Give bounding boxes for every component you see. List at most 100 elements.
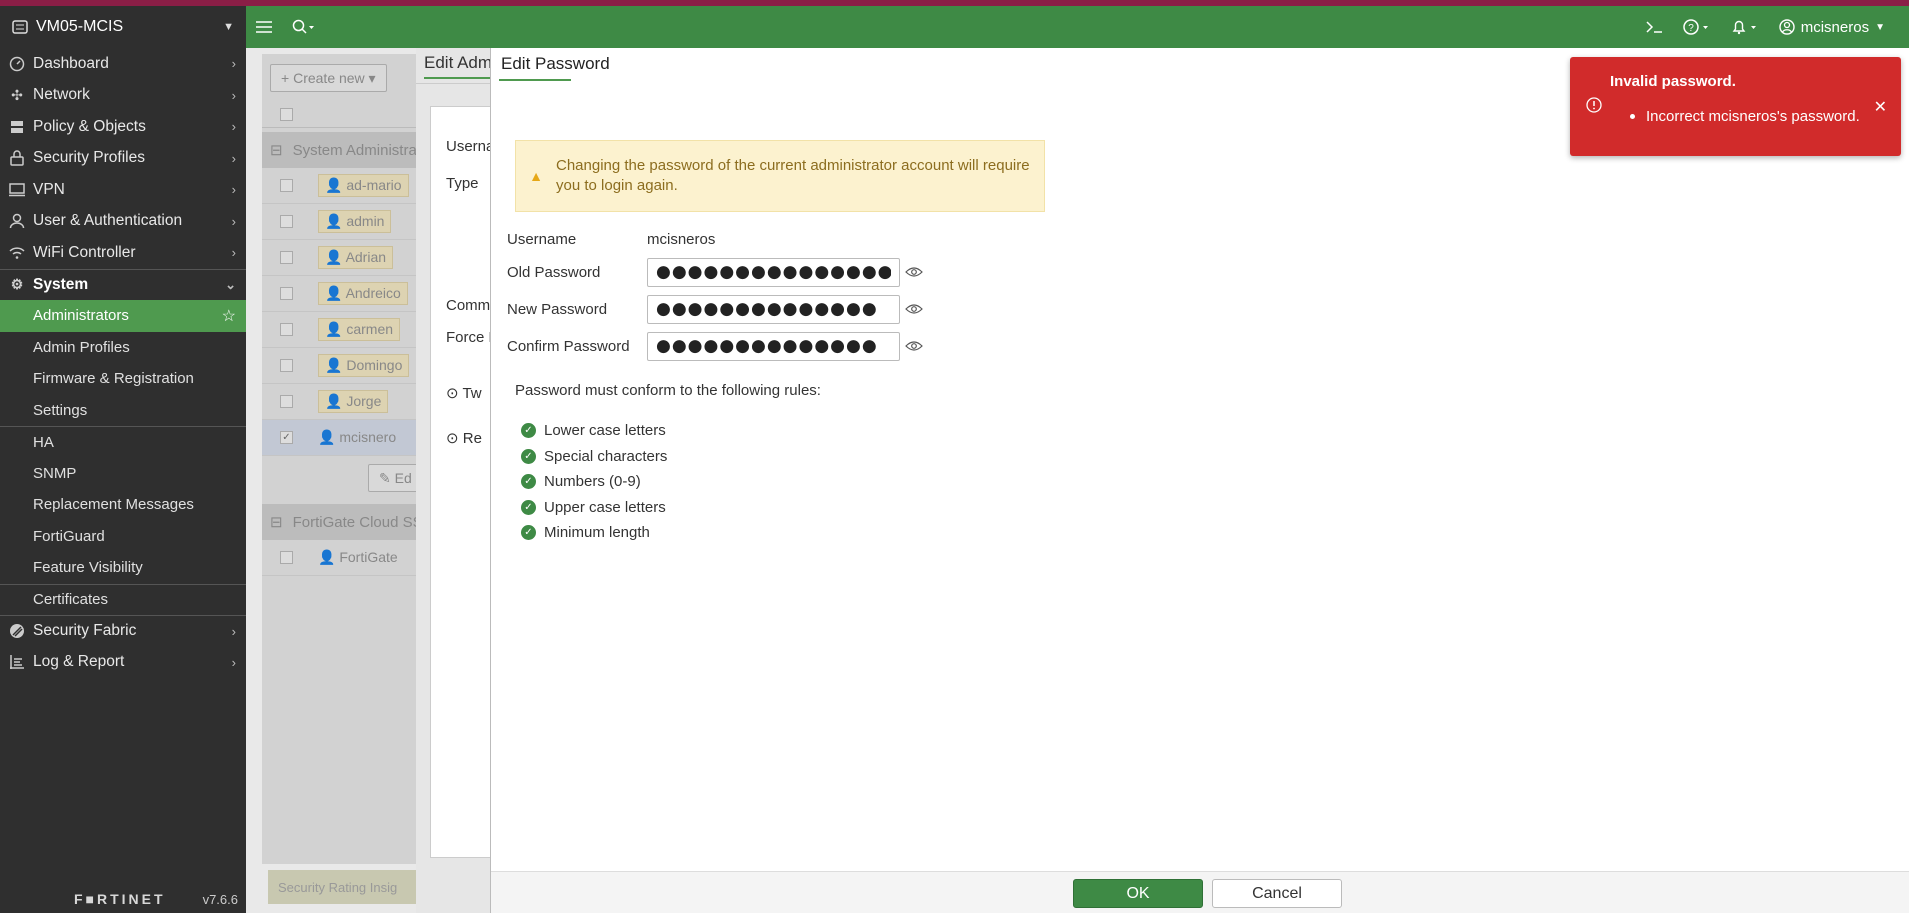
chevron-right-icon: › bbox=[231, 87, 236, 103]
select-all-checkbox[interactable] bbox=[280, 108, 293, 121]
rule-item: ✓ Lower case letters bbox=[521, 420, 666, 440]
gear-icon: ⚙ bbox=[10, 276, 24, 293]
device-name: VM05-MCIS bbox=[36, 18, 124, 35]
top-bar: ? mcisneros ▼ bbox=[246, 6, 1909, 48]
help-icon[interactable]: ? bbox=[1673, 19, 1721, 35]
sidebar-item-admin-profiles[interactable]: Admin Profiles bbox=[0, 332, 246, 364]
collapse-icon[interactable]: ⊟ bbox=[270, 513, 283, 531]
sidebar-item-snmp[interactable]: SNMP bbox=[0, 458, 246, 490]
rule-label: Numbers (0-9) bbox=[544, 472, 641, 490]
row-checkbox-checked[interactable]: ✓ bbox=[280, 431, 293, 444]
nav-policy-objects[interactable]: Policy & Objects › bbox=[0, 111, 246, 143]
sidebar-item-fortiguard[interactable]: FortiGuard bbox=[0, 521, 246, 553]
nav-security-fabric-label: Security Fabric bbox=[33, 622, 137, 640]
row-checkbox[interactable] bbox=[280, 251, 293, 264]
menu-icon[interactable] bbox=[246, 20, 282, 34]
row-checkbox[interactable] bbox=[280, 359, 293, 372]
group-label: System Administra bbox=[292, 141, 417, 159]
search-icon[interactable] bbox=[282, 19, 324, 35]
check-circle-icon: ✓ bbox=[521, 422, 536, 438]
device-icon bbox=[12, 19, 28, 35]
row-checkbox[interactable] bbox=[280, 323, 293, 336]
check-circle-icon: ✓ bbox=[521, 524, 536, 540]
nav-vpn[interactable]: VPN › bbox=[0, 174, 246, 206]
old-password-row: Old Password bbox=[507, 257, 924, 287]
sidebar: VM05-MCIS ▼ Dashboard › ✣ Network › Poli… bbox=[0, 6, 246, 913]
sidebar-item-ha[interactable]: HA bbox=[0, 426, 246, 458]
chevron-right-icon: › bbox=[231, 623, 236, 639]
nav-dashboard[interactable]: Dashboard › bbox=[0, 48, 246, 80]
old-password-input[interactable] bbox=[647, 257, 900, 287]
username-label: mcisneros bbox=[1800, 18, 1870, 36]
nav-security-profiles-label: Security Profiles bbox=[33, 149, 145, 167]
user-menu[interactable]: mcisneros ▼ bbox=[1769, 19, 1895, 36]
bell-icon[interactable] bbox=[1721, 19, 1769, 35]
nav-wifi-controller[interactable]: WiFi Controller › bbox=[0, 237, 246, 269]
nav-security-profiles[interactable]: Security Profiles › bbox=[0, 143, 246, 175]
new-password-input[interactable] bbox=[647, 294, 900, 324]
user-avatar-icon bbox=[1779, 19, 1795, 35]
toggle-restrict[interactable]: ⊙ Re bbox=[446, 429, 482, 447]
toggle-two-factor[interactable]: ⊙ Tw bbox=[446, 384, 482, 402]
admin-label-username: Userna bbox=[446, 138, 495, 155]
nav-network-label: Network bbox=[33, 86, 90, 104]
edit-password-dialog: Edit Password ▲ Changing the password of… bbox=[490, 48, 1909, 913]
chevron-right-icon: › bbox=[231, 119, 236, 135]
nav-network[interactable]: ✣ Network › bbox=[0, 80, 246, 112]
sidebar-item-settings[interactable]: Settings bbox=[0, 395, 246, 427]
sidebar-item-firmware[interactable]: Firmware & Registration bbox=[0, 363, 246, 395]
toast-message: Incorrect mcisneros's password. bbox=[1646, 108, 1860, 125]
sidebar-item-label: Feature Visibility bbox=[33, 559, 143, 577]
nav-log-report-label: Log & Report bbox=[33, 653, 125, 671]
lock-icon bbox=[8, 149, 26, 167]
check-circle-icon: ✓ bbox=[521, 499, 536, 515]
chevron-right-icon: › bbox=[231, 654, 236, 670]
admin-chip: 👤 Domingo bbox=[318, 354, 410, 377]
collapse-icon[interactable]: ⊟ bbox=[270, 141, 283, 159]
create-new-button[interactable]: + Create new ▾ bbox=[270, 64, 387, 92]
nav-system-label: System bbox=[33, 275, 89, 293]
row-checkbox[interactable] bbox=[280, 395, 293, 408]
eye-icon[interactable] bbox=[904, 262, 924, 282]
warning-text: Changing the password of the current adm… bbox=[556, 157, 1030, 194]
sidebar-item-administrators[interactable]: Administrators ☆ bbox=[0, 300, 246, 332]
star-icon[interactable]: ☆ bbox=[222, 306, 236, 326]
ok-button[interactable]: OK bbox=[1073, 879, 1203, 908]
check-circle-icon: ✓ bbox=[521, 448, 536, 464]
sidebar-item-certificates[interactable]: Certificates bbox=[0, 583, 246, 616]
dashboard-icon bbox=[8, 55, 26, 73]
row-checkbox[interactable] bbox=[280, 287, 293, 300]
cli-console-icon[interactable] bbox=[1635, 20, 1673, 34]
sidebar-item-feature-visibility[interactable]: Feature Visibility bbox=[0, 552, 246, 584]
admin-label-comments: Comm bbox=[446, 297, 491, 314]
confirm-password-row: Confirm Password bbox=[507, 331, 924, 361]
nav-user-auth[interactable]: User & Authentication › bbox=[0, 206, 246, 238]
sidebar-item-label: Firmware & Registration bbox=[33, 370, 194, 388]
monitor-icon bbox=[8, 181, 26, 199]
eye-icon[interactable] bbox=[904, 299, 924, 319]
confirm-password-input[interactable] bbox=[647, 331, 900, 361]
edit-button[interactable]: ✎ Ed bbox=[368, 464, 423, 492]
report-icon bbox=[8, 653, 26, 671]
warning-icon: ▲ bbox=[529, 168, 543, 184]
fortinet-logo: F■RTINET bbox=[74, 891, 166, 907]
chevron-down-icon: ⌄ bbox=[225, 276, 236, 292]
sidebar-item-replacement-messages[interactable]: Replacement Messages bbox=[0, 489, 246, 521]
close-icon[interactable]: ✕ bbox=[1874, 97, 1887, 117]
nav-system[interactable]: ⚙ System ⌄ bbox=[0, 268, 246, 301]
cancel-button[interactable]: Cancel bbox=[1212, 879, 1342, 908]
user-icon bbox=[8, 212, 26, 230]
chevron-right-icon: › bbox=[231, 182, 236, 198]
eye-icon[interactable] bbox=[904, 336, 924, 356]
new-password-row: New Password bbox=[507, 294, 924, 324]
dialog-footer: OK Cancel bbox=[491, 871, 1909, 913]
row-checkbox[interactable] bbox=[280, 215, 293, 228]
row-checkbox[interactable] bbox=[280, 179, 293, 192]
security-rating-badge[interactable]: Security Rating Insig bbox=[268, 870, 418, 904]
row-checkbox[interactable] bbox=[280, 551, 293, 564]
nav-log-report[interactable]: Log & Report › bbox=[0, 647, 246, 679]
device-selector[interactable]: VM05-MCIS ▼ bbox=[0, 6, 246, 48]
admin-chip: 👤 Jorge bbox=[318, 390, 389, 413]
nav-security-fabric[interactable]: Security Fabric › bbox=[0, 615, 246, 647]
nav-wifi-label: WiFi Controller bbox=[33, 243, 136, 261]
